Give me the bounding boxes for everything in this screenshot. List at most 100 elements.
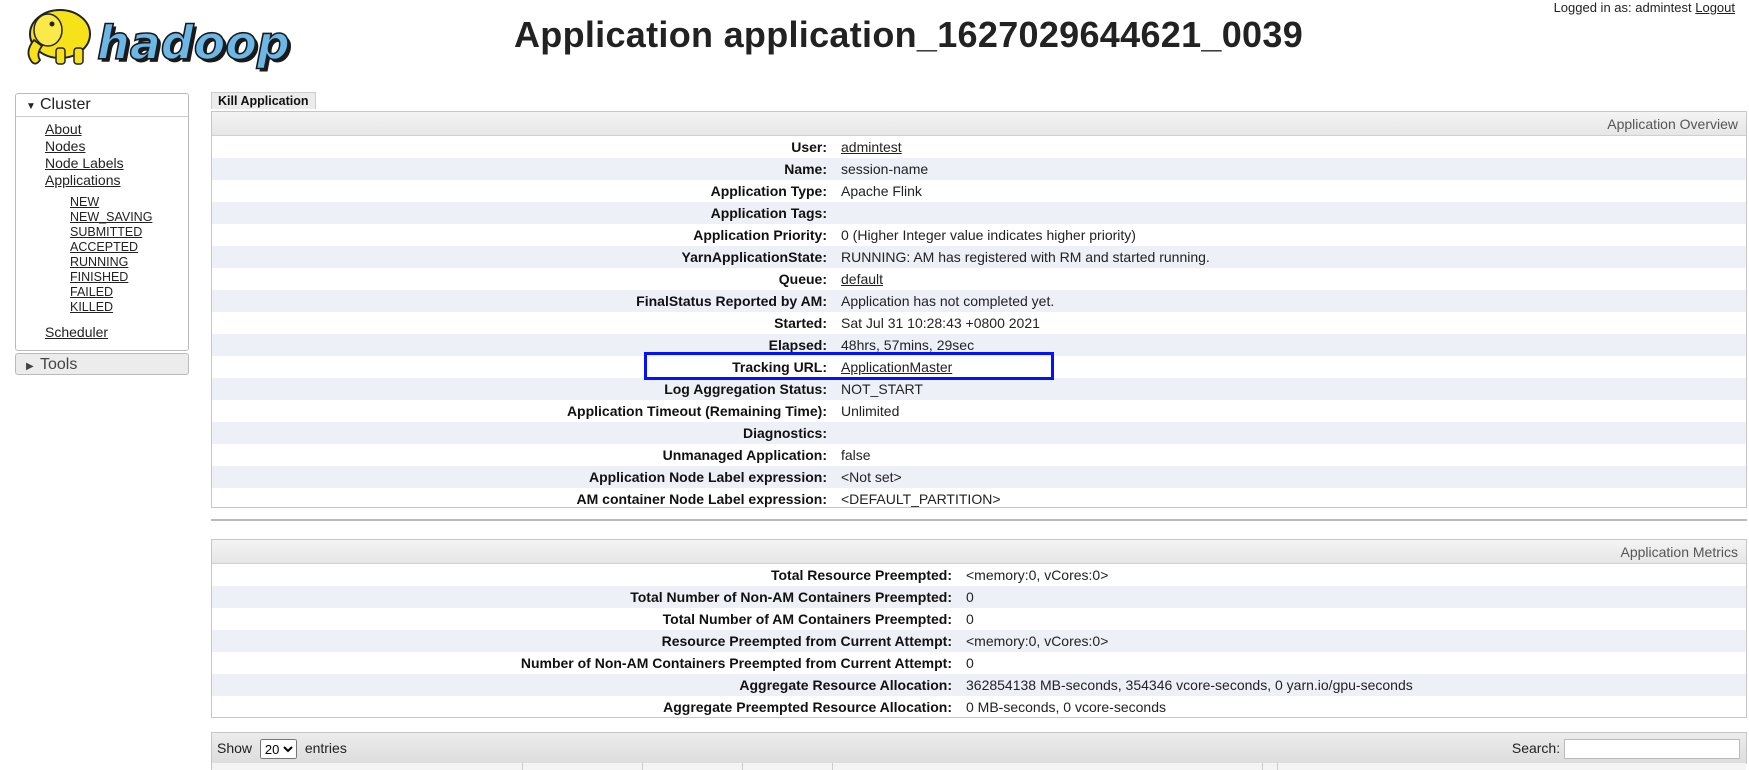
state-link-new-saving[interactable]: NEW_SAVING bbox=[70, 210, 188, 225]
state-link-finished[interactable]: FINISHED bbox=[70, 270, 188, 285]
tools-label: Tools bbox=[40, 356, 78, 373]
state-link-new[interactable]: NEW bbox=[70, 195, 188, 210]
info-row-log-aggregation-status: Log Aggregation Status: NOT_START bbox=[212, 378, 1746, 400]
info-row-resource-preempted-from-current-attempt: Resource Preempted from Current Attempt:… bbox=[212, 630, 1746, 652]
field-label: Application Tags: bbox=[710, 205, 827, 221]
field-label: Application Timeout (Remaining Time): bbox=[566, 403, 827, 419]
field-value: <DEFAULT_PARTITION> bbox=[841, 491, 1001, 507]
caret-down-icon: ▼ bbox=[26, 101, 36, 112]
field-value: Unlimited bbox=[841, 403, 900, 419]
application-overview-panel: Application Overview User: admintest Name:… bbox=[211, 111, 1747, 508]
field-value: <Not set> bbox=[841, 469, 902, 485]
kill-application-button[interactable]: Kill Application bbox=[211, 92, 316, 109]
info-row-name: Name: session-name bbox=[212, 158, 1746, 180]
field-value: NOT_START bbox=[841, 381, 923, 397]
field-value: Apache Flink bbox=[841, 183, 922, 199]
field-label: User: bbox=[791, 139, 827, 155]
info-row-unmanaged-application: Unmanaged Application: false bbox=[212, 444, 1746, 466]
info-row-application-node-label-expression: Application Node Label expression: <Not s… bbox=[212, 466, 1746, 488]
info-row-total-resource-preempted: Total Resource Preempted: <memory:0, vCor… bbox=[212, 564, 1746, 586]
metrics-title: Application Metrics bbox=[212, 540, 1746, 564]
info-row-total-number-of-am-containers-preempted: Total Number of AM Containers Preempted:… bbox=[212, 608, 1746, 630]
field-value: session-name bbox=[841, 161, 929, 177]
info-row-started: Started: Sat Jul 31 10:28:43 +0800 2021 bbox=[212, 312, 1746, 334]
overview-rows: User: admintest Name: session-name Applicati… bbox=[212, 136, 1746, 510]
column-separator bbox=[1262, 763, 1263, 770]
info-row-application-priority: Application Priority: 0 (Higher Integer v… bbox=[212, 224, 1746, 246]
field-label: Started: bbox=[774, 315, 827, 331]
sidebar-item-about[interactable]: About bbox=[45, 121, 188, 138]
field-label: Log Aggregation Status: bbox=[664, 381, 827, 397]
state-link-killed[interactable]: KILLED bbox=[70, 300, 188, 315]
field-label: AM container Node Label expression: bbox=[576, 491, 828, 507]
search-control: Search: bbox=[1512, 733, 1740, 763]
cluster-header[interactable]: ▼ Cluster bbox=[16, 94, 188, 117]
field-label: Tracking URL: bbox=[732, 359, 827, 375]
field-value-link[interactable]: admintest bbox=[841, 136, 902, 158]
info-row-yarnapplicationstate: YarnApplicationState: RUNNING: AM has reg… bbox=[212, 246, 1746, 268]
entries-label: entries bbox=[304, 740, 347, 756]
field-value: 0 bbox=[966, 655, 974, 671]
cluster-links: About Nodes Node Labels Applications NEW… bbox=[16, 117, 188, 341]
column-separator bbox=[522, 763, 523, 770]
field-value: Application has not completed yet. bbox=[841, 293, 1055, 309]
field-value: <memory:0, vCores:0> bbox=[966, 633, 1109, 649]
field-label: Application Priority: bbox=[693, 227, 827, 243]
field-label: Total Number of Non-AM Containers Preemp… bbox=[630, 589, 952, 605]
sidebar-item-node-labels[interactable]: Node Labels bbox=[45, 155, 188, 172]
sidebar-item-scheduler[interactable]: Scheduler bbox=[45, 324, 188, 341]
field-label: Application Node Label expression: bbox=[588, 469, 827, 485]
sidebar-item-nodes[interactable]: Nodes bbox=[45, 138, 188, 155]
info-row-aggregate-preempted-resource-allocation: Aggregate Preempted Resource Allocation:… bbox=[212, 696, 1746, 718]
info-row-application-tags: Application Tags: bbox=[212, 202, 1746, 224]
field-label: Diagnostics: bbox=[742, 425, 827, 441]
info-row-am-container-node-label-expression: AM container Node Label expression: <DEFA… bbox=[212, 488, 1746, 510]
info-row-queue: Queue: default bbox=[212, 268, 1746, 290]
info-row-application-timeout-remaining-time: Application Timeout (Remaining Time): Unl… bbox=[212, 400, 1746, 422]
field-label: Resource Preempted from Current Attempt: bbox=[661, 633, 952, 649]
field-value-link[interactable]: ApplicationMaster bbox=[841, 356, 952, 378]
search-label: Search: bbox=[1511, 740, 1561, 756]
info-row-number-of-non-am-containers-preempted-from-current-attempt: Number of Non-AM Containers Preempted fr… bbox=[212, 652, 1746, 674]
field-label: Unmanaged Application: bbox=[662, 447, 827, 463]
state-link-running[interactable]: RUNNING bbox=[70, 255, 188, 270]
field-value: 362854138 MB-seconds, 354346 vcore-secon… bbox=[966, 677, 1413, 693]
column-separator bbox=[1277, 763, 1278, 770]
field-value: <memory:0, vCores:0> bbox=[966, 567, 1109, 583]
info-row-application-type: Application Type: Apache Flink bbox=[212, 180, 1746, 202]
attempts-table-header bbox=[211, 763, 1746, 770]
field-label: Queue: bbox=[778, 271, 827, 287]
sidebar-tools-section[interactable]: ▶ Tools bbox=[15, 353, 189, 375]
field-label: Number of Non-AM Containers Preempted fr… bbox=[520, 655, 952, 671]
state-link-accepted[interactable]: ACCEPTED bbox=[70, 240, 188, 255]
cluster-label: Cluster bbox=[40, 96, 91, 113]
logout-link[interactable]: Logout bbox=[1695, 0, 1735, 15]
info-row-tracking-url: Tracking URL: ApplicationMaster bbox=[212, 356, 1746, 378]
sidebar-cluster-section: ▼ Cluster About Nodes Node Labels Applica… bbox=[15, 93, 189, 351]
logged-in-text: Logged in as: admintest bbox=[1553, 0, 1692, 15]
state-link-failed[interactable]: FAILED bbox=[70, 285, 188, 300]
field-value: 0 (Higher Integer value indicates higher… bbox=[841, 227, 1136, 243]
field-label: Application Type: bbox=[710, 183, 827, 199]
login-info: Logged in as: admintest Logout bbox=[1554, 0, 1735, 15]
section-divider bbox=[211, 519, 1747, 521]
info-row-diagnostics: Diagnostics: bbox=[212, 422, 1746, 444]
field-label: Aggregate Resource Allocation: bbox=[739, 677, 952, 693]
field-value: RUNNING: AM has registered with RM and s… bbox=[841, 249, 1210, 265]
field-value-link[interactable]: default bbox=[841, 268, 883, 290]
info-row-finalstatus-reported-by-am: FinalStatus Reported by AM: Application h… bbox=[212, 290, 1746, 312]
page-size-select[interactable]: 20 bbox=[259, 739, 297, 760]
metrics-rows: Total Resource Preempted: <memory:0, vCor… bbox=[212, 564, 1746, 718]
field-label: Elapsed: bbox=[768, 337, 827, 353]
field-value: false bbox=[841, 447, 871, 463]
column-separator bbox=[642, 763, 643, 770]
search-input[interactable] bbox=[1564, 739, 1740, 760]
info-row-total-number-of-non-am-containers-preempted: Total Number of Non-AM Containers Preemp… bbox=[212, 586, 1746, 608]
state-link-submitted[interactable]: SUBMITTED bbox=[70, 225, 188, 240]
sidebar-item-applications[interactable]: Applications bbox=[45, 172, 188, 189]
show-label: Show bbox=[217, 740, 253, 756]
field-label: YarnApplicationState: bbox=[681, 249, 827, 265]
tools-header[interactable]: ▶ Tools bbox=[16, 354, 188, 376]
caret-right-icon: ▶ bbox=[26, 361, 34, 372]
info-row-aggregate-resource-allocation: Aggregate Resource Allocation: 362854138 … bbox=[212, 674, 1746, 696]
